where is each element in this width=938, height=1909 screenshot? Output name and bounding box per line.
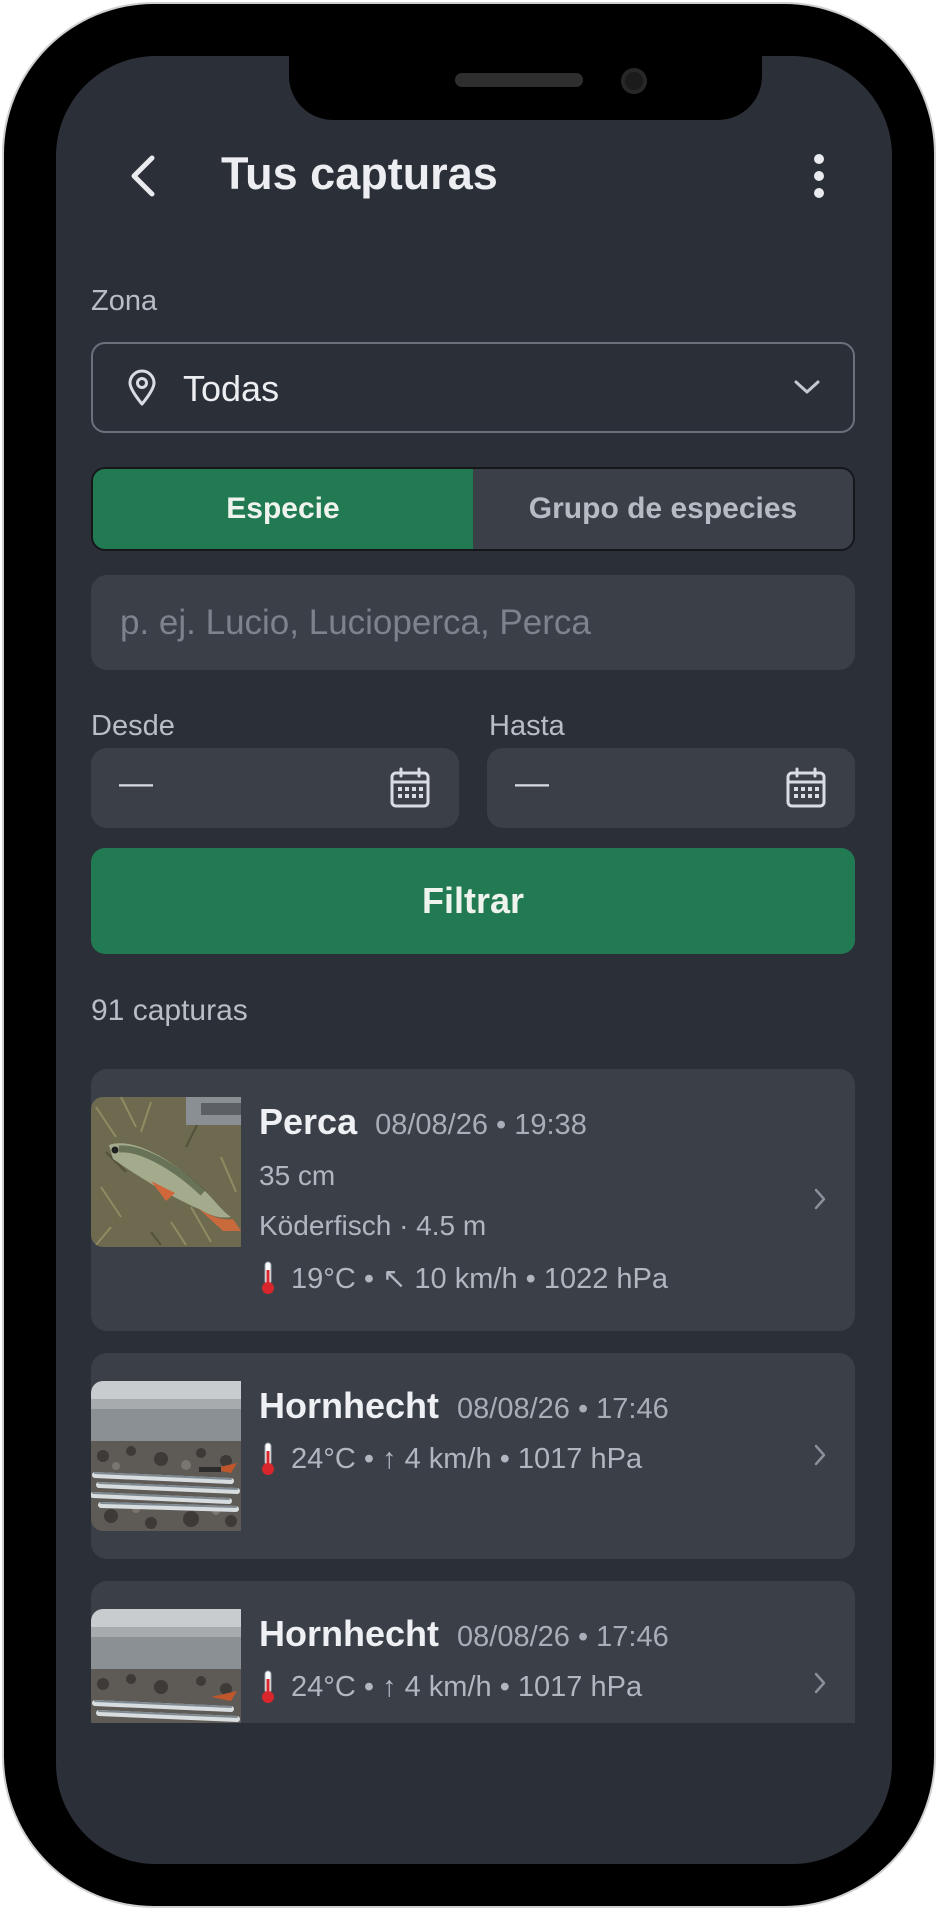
- catch-header: Hornhecht 08/08/26 • 17:46: [259, 1385, 669, 1427]
- catch-datetime: 08/08/26 • 17:46: [457, 1393, 669, 1425]
- segment-species-group[interactable]: Grupo de especies: [473, 469, 853, 549]
- catch-card[interactable]: Hornhecht 08/08/26 • 17:46 24°C • ↑ 4 km…: [91, 1353, 855, 1559]
- chevron-right-icon: [814, 1188, 826, 1210]
- catch-weather-text: 19°C • ↖ 10 km/h • 1022 hPa: [291, 1262, 669, 1295]
- catch-count: 91 capturas: [91, 994, 248, 1027]
- segment-species[interactable]: Especie: [93, 469, 473, 549]
- zone-label: Zona: [91, 285, 158, 317]
- page-title: Tus capturas: [221, 148, 498, 199]
- chevron-right-icon: [814, 1444, 826, 1466]
- catch-weather: 19°C • ↖ 10 km/h • 1022 hPa: [259, 1260, 668, 1296]
- date-from-value: —: [119, 764, 153, 802]
- speaker-grille: [455, 73, 583, 87]
- calendar-icon: [390, 767, 430, 808]
- date-to-label: Hasta: [489, 710, 565, 742]
- zone-value: Todas: [183, 368, 280, 409]
- date-to-value: —: [515, 764, 549, 802]
- catch-length: 35 cm: [259, 1160, 336, 1191]
- chevron-right-icon: [814, 1672, 826, 1694]
- catch-list: Perca 08/08/26 • 19:38 35 cm Köderfisch …: [91, 1069, 855, 1723]
- catch-bait-depth: Köderfisch · 4.5 m: [259, 1210, 487, 1241]
- catch-photo: [91, 1381, 241, 1531]
- phone-frame: Tus capturas Zona Todas Especie Grupo de…: [4, 4, 934, 1906]
- catch-species: Hornhecht: [259, 1385, 439, 1426]
- location-pin-icon: [128, 369, 156, 406]
- catch-weather: 24°C • ↑ 4 km/h • 1017 hPa: [259, 1669, 642, 1705]
- filter-button[interactable]: Filtrar: [91, 848, 855, 954]
- catch-header: Hornhecht 08/08/26 • 17:46: [259, 1613, 669, 1655]
- chevron-down-icon: [794, 380, 820, 394]
- catch-card[interactable]: Hornhecht 08/08/26 • 17:46 24°C • ↑ 4 km…: [91, 1581, 855, 1723]
- chevron-left-icon: [131, 155, 155, 197]
- date-from-label: Desde: [91, 710, 175, 742]
- catch-photo: [91, 1097, 241, 1247]
- catch-species: Perca: [259, 1101, 358, 1142]
- thermometer-icon: [262, 1261, 274, 1294]
- catch-header: Perca 08/08/26 • 19:38: [259, 1101, 587, 1143]
- catch-card[interactable]: Perca 08/08/26 • 19:38 35 cm Köderfisch …: [91, 1069, 855, 1331]
- date-to-field[interactable]: —: [487, 748, 855, 828]
- calendar-icon: [786, 767, 826, 808]
- more-vertical-icon: [814, 154, 824, 198]
- date-from-field[interactable]: —: [91, 748, 459, 828]
- thermometer-icon: [262, 1442, 274, 1475]
- front-camera: [621, 68, 647, 94]
- catch-weather-text: 24°C • ↑ 4 km/h • 1017 hPa: [291, 1670, 643, 1703]
- back-button[interactable]: [118, 151, 168, 201]
- app-screen: Tus capturas Zona Todas Especie Grupo de…: [56, 56, 892, 1864]
- zone-select[interactable]: Todas: [91, 342, 855, 433]
- catch-weather-text: 24°C • ↑ 4 km/h • 1017 hPa: [291, 1442, 643, 1475]
- catch-weather: 24°C • ↑ 4 km/h • 1017 hPa: [259, 1441, 642, 1477]
- catch-species: Hornhecht: [259, 1613, 439, 1654]
- catch-datetime: 08/08/26 • 19:38: [375, 1109, 587, 1141]
- thermometer-icon: [262, 1670, 274, 1703]
- catch-photo: [91, 1609, 241, 1723]
- catch-datetime: 08/08/26 • 17:46: [457, 1621, 669, 1653]
- species-mode-toggle: Especie Grupo de especies: [91, 467, 855, 551]
- species-search-input[interactable]: [91, 575, 855, 670]
- notch: [289, 56, 762, 120]
- more-options-button[interactable]: [794, 151, 844, 201]
